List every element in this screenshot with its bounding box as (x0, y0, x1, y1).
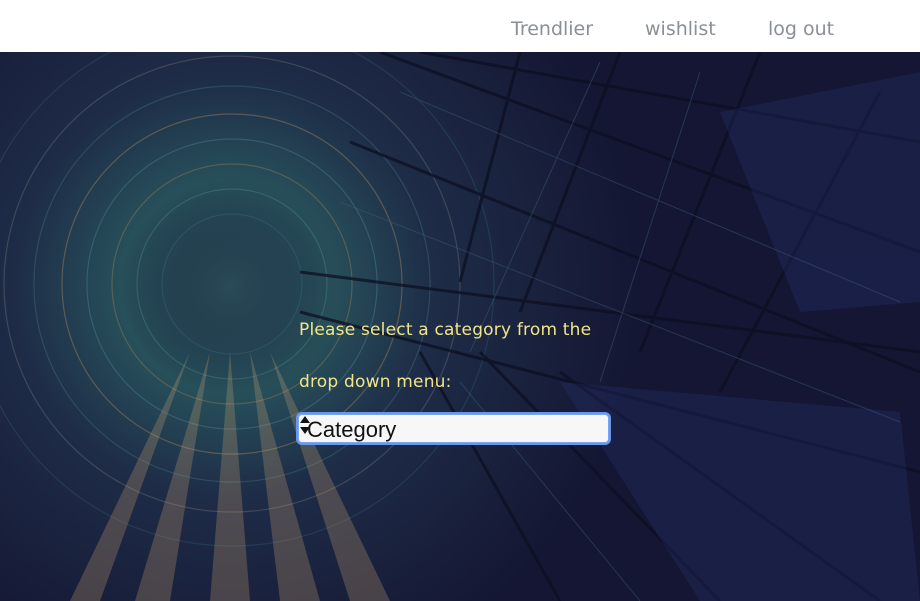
nav-link-wishlist[interactable]: wishlist (645, 18, 716, 40)
updown-arrows-icon (300, 416, 310, 434)
nav-link-log-out[interactable]: log out (768, 18, 834, 40)
top-nav-bar: Trendlier wishlist log out (0, 0, 920, 52)
category-prompt-line-1: Please select a category from the (299, 320, 592, 340)
category-select-value: Category (307, 417, 397, 442)
category-prompt-line-2: drop down menu: (299, 372, 452, 392)
category-select[interactable]: Category (298, 414, 609, 443)
hero-background: Please select a category from the drop d… (0, 52, 920, 601)
nav-link-trendlier[interactable]: Trendlier (511, 18, 593, 40)
